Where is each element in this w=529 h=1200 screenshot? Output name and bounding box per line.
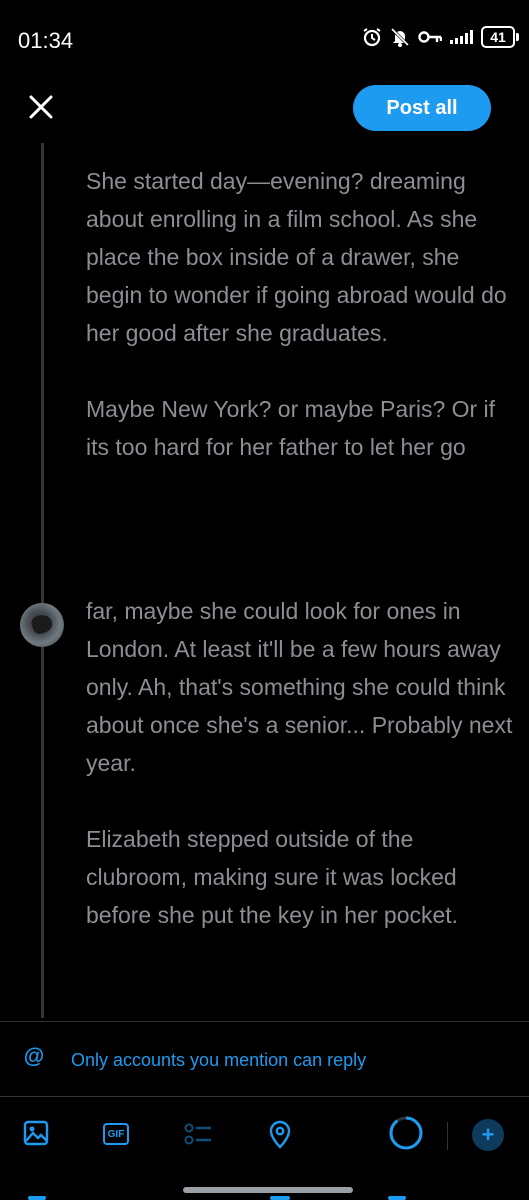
post-all-button[interactable]: Post all: [353, 85, 491, 131]
alarm-icon: [363, 28, 381, 47]
gif-icon[interactable]: GIF: [103, 1119, 133, 1149]
bell-muted-icon: [390, 27, 410, 47]
bottom-peek: [388, 1196, 406, 1200]
bottom-peek: [270, 1196, 290, 1200]
vpn-key-icon: [418, 31, 442, 43]
gif-label: GIF: [103, 1123, 129, 1145]
avatar: [20, 603, 64, 647]
signal-icon: [450, 30, 473, 44]
add-post-icon[interactable]: +: [472, 1119, 504, 1151]
status-time: 01:34: [18, 28, 74, 53]
compose-toolbar: GIF: [0, 1097, 529, 1177]
at-icon: @: [23, 1045, 45, 1068]
thread-connector-line: [41, 143, 44, 1018]
bottom-peek: [28, 1196, 46, 1200]
poll-icon[interactable]: [183, 1119, 213, 1149]
toolbar-separator: [447, 1122, 448, 1150]
thread-post-text-1[interactable]: She started day—evening? dreaming about …: [86, 162, 518, 466]
compose-header: Post all: [0, 80, 529, 140]
home-indicator: [183, 1187, 353, 1193]
location-icon[interactable]: [266, 1119, 296, 1149]
status-bar: 01:34 41: [0, 0, 529, 80]
reply-setting-label: Only accounts you mention can reply: [71, 1050, 367, 1070]
status-icons: 41: [362, 26, 519, 48]
thread-post-text-2[interactable]: far, maybe she could look for ones in Lo…: [86, 592, 518, 934]
battery-icon: 41: [481, 26, 519, 48]
reply-setting-row[interactable]: @ Only accounts you mention can reply: [0, 1022, 529, 1096]
close-icon[interactable]: [24, 90, 58, 124]
character-count-ring: [388, 1115, 424, 1151]
image-icon[interactable]: [22, 1119, 52, 1149]
